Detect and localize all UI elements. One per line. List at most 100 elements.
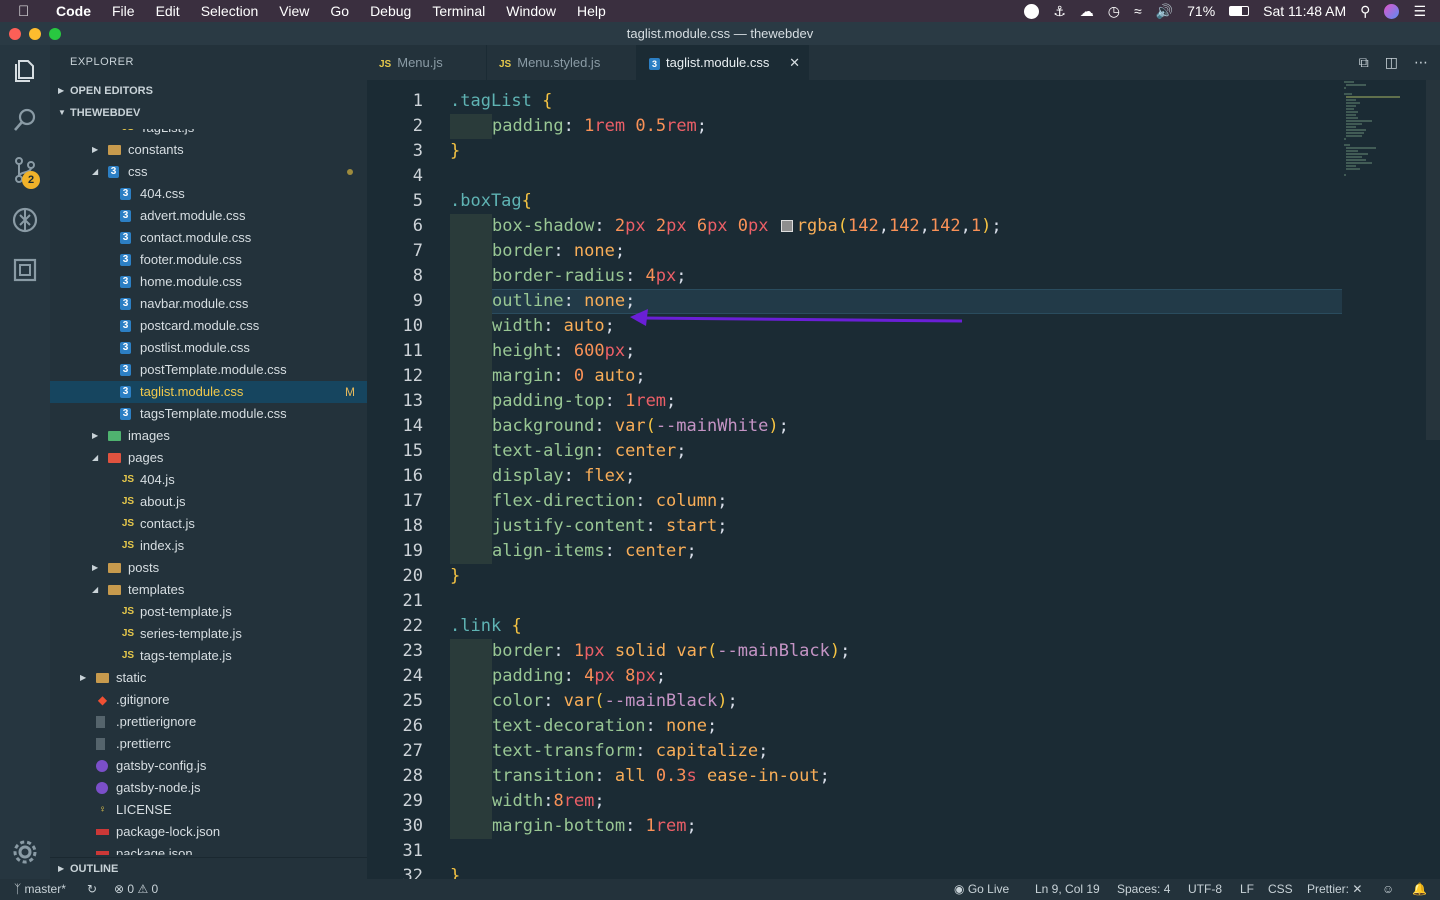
indentation[interactable]: Spaces: 4 [1117,879,1170,900]
open-editors-section[interactable]: ▶ OPEN EDITORS [50,80,367,102]
tree-item[interactable]: JS contact.js [50,513,367,535]
tree-item[interactable]: ◢ 3 css [50,161,367,183]
more-actions-icon[interactable]: ⋯ [1414,54,1428,71]
tree-item[interactable]: 3 contact.module.css [50,227,367,249]
menu-debug[interactable]: Debug [370,3,411,19]
settings-gear-icon[interactable] [10,837,40,867]
tree-item[interactable]: JS index.js [50,535,367,557]
js-file-icon: JS [499,59,512,70]
tree-item[interactable]: JS post-template.js [50,601,367,623]
tree-item[interactable]: .prettierignore [50,711,367,733]
notification-center-icon[interactable]: ☰ [1413,3,1426,20]
line-ending[interactable]: LF [1240,879,1254,900]
close-tab-icon[interactable]: ✕ [789,45,800,80]
tree-item[interactable]: ◆ .gitignore [50,689,367,711]
code-token: ; [819,766,830,786]
cursor-position[interactable]: Ln 9, Col 19 [1035,879,1100,900]
menu-selection[interactable]: Selection [201,3,259,19]
language-mode[interactable]: CSS [1268,879,1293,900]
tree-item[interactable]: 3 navbar.module.css [50,293,367,315]
prettier-status[interactable]: Prettier: ✕ [1307,879,1362,900]
tree-item[interactable]: 3 taglist.module.css M [50,381,367,403]
explorer-icon[interactable] [10,55,40,85]
tree-item[interactable]: ▶ static [50,667,367,689]
time-machine-icon[interactable]: ◷ [1108,3,1120,20]
project-section[interactable]: ▼ THEWEBDEV [50,102,367,124]
tree-item[interactable]: package.json [50,843,367,855]
tree-item[interactable]: 3 postTemplate.module.css [50,359,367,381]
feedback-smiley-icon[interactable]: ☺ [1382,879,1394,900]
window-titlebar: taglist.module.css — thewebdev [0,22,1440,45]
encoding[interactable]: UTF-8 [1188,879,1222,900]
menu-view[interactable]: View [279,3,309,19]
clock[interactable]: Sat 11:48 AM [1263,3,1346,19]
battery-percent[interactable]: 71% [1187,3,1215,19]
volume-icon[interactable]: 🔊 [1156,3,1173,20]
siri-icon[interactable] [1384,3,1400,19]
spotlight-search-icon[interactable]: ⚲ [1360,3,1370,20]
tree-item[interactable]: ▶ posts [50,557,367,579]
open-changes-icon[interactable]: ⧉ [1359,54,1369,71]
menu-help[interactable]: Help [577,3,606,19]
tree-item[interactable]: gatsby-node.js [50,777,367,799]
tree-item[interactable]: ♀ LICENSE [50,799,367,821]
line-number: 16 [402,466,423,486]
tree-item[interactable]: 3 404.css [50,183,367,205]
debug-icon[interactable] [10,205,40,235]
tree-item[interactable]: 3 home.module.css [50,271,367,293]
zoom-window-button[interactable] [49,28,61,40]
search-icon[interactable] [10,105,40,135]
project-label: THEWEBDEV [70,107,141,119]
menu-window[interactable]: Window [506,3,556,19]
tree-item[interactable]: gatsby-config.js [50,755,367,777]
tree-item[interactable]: JS tags-template.js [50,645,367,667]
error-count: 0 [127,882,135,896]
extensions-icon[interactable] [10,255,40,285]
tree-item[interactable]: 3 footer.module.css [50,249,367,271]
vertical-scrollbar[interactable] [1426,80,1440,440]
menu-edit[interactable]: Edit [156,3,180,19]
wifi-icon[interactable]: ≈ [1134,3,1142,19]
tree-item[interactable]: 3 tagsTemplate.module.css [50,403,367,425]
close-window-button[interactable] [9,28,21,40]
minimize-window-button[interactable] [29,28,41,40]
battery-icon[interactable] [1229,6,1250,16]
tree-item[interactable]: ▶ constants [50,139,367,161]
creative-cloud-icon[interactable]: ☁ [1080,3,1094,20]
split-editor-icon[interactable]: ◫ [1385,54,1398,71]
tree-item[interactable]: 3 postlist.module.css [50,337,367,359]
tree-item[interactable]: JS 404.js [50,469,367,491]
tab-menu-js[interactable]: JS Menu.js [367,45,487,80]
sync-icon[interactable]: ↻ [87,879,97,900]
tree-item[interactable]: ▶ images [50,425,367,447]
menu-terminal[interactable]: Terminal [432,3,485,19]
tree-item[interactable]: 3 postcard.module.css [50,315,367,337]
todo-check-icon[interactable] [1024,3,1040,19]
code-line: display: flex; [450,464,635,489]
tree-item[interactable]: 3 advert.module.css [50,205,367,227]
tree-item[interactable]: ◢ templates [50,579,367,601]
apple-icon[interactable]:  [18,3,40,20]
problems-indicator[interactable]: ⊗ 0 ⚠ 0 [114,879,158,900]
tree-item[interactable]: JS series-template.js [50,623,367,645]
tree-item[interactable]: ◢ pages [50,447,367,469]
notifications-bell-icon[interactable]: 🔔 [1412,879,1427,900]
tab-menu-styled-js[interactable]: JS Menu.styled.js [487,45,637,80]
menu-file[interactable]: File [112,3,135,19]
tree-item[interactable]: package-lock.json [50,821,367,843]
docker-icon[interactable]: ⚓ [1053,3,1066,20]
tab-taglist-module-css[interactable]: 3 taglist.module.css ✕ [637,45,809,80]
minimap[interactable] [1342,80,1428,200]
tree-item[interactable]: JS TagList.js [50,129,367,139]
color-swatch-icon[interactable] [780,220,793,232]
menu-go[interactable]: Go [330,3,349,19]
go-live-button[interactable]: ◉ Go Live [954,879,1009,900]
tree-item[interactable]: JS about.js [50,491,367,513]
tree-item-label: css [128,164,148,179]
code-token: var [614,416,646,436]
code-token: : [543,316,564,336]
menu-app-name[interactable]: Code [56,3,91,19]
outline-section[interactable]: ▶ OUTLINE [50,857,367,879]
git-branch[interactable]: ᛉ master* [14,879,66,900]
tree-item[interactable]: .prettierrc [50,733,367,755]
